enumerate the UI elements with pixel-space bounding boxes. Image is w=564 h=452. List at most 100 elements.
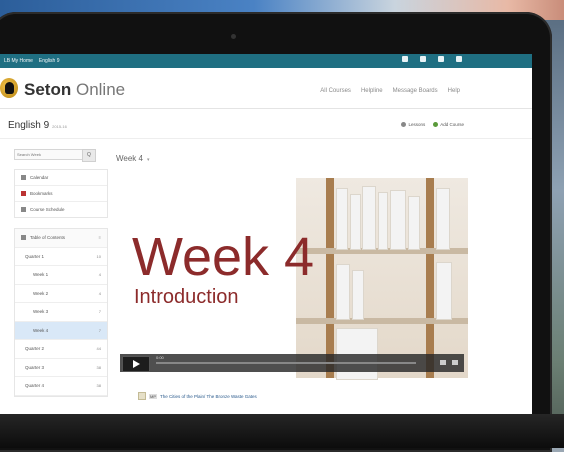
toc-item-badge: 4 [98, 272, 101, 278]
toc-item-quarter-4[interactable]: Quarter 4 38 [15, 377, 107, 396]
book [408, 196, 420, 250]
toc-item-quarter-3[interactable]: Quarter 3 38 [15, 359, 107, 377]
toc-item-week-3[interactable]: Week 3 7 [15, 303, 107, 322]
nav-message-boards[interactable]: Message Boards [393, 88, 438, 94]
user-icon[interactable] [456, 56, 462, 62]
video-title: Week 4 [132, 227, 315, 287]
site-logo-text[interactable]: Seton Online [24, 80, 125, 100]
toc-item-week-4[interactable]: Week 4 7 [15, 321, 107, 340]
video-subtitle: Introduction [134, 286, 239, 308]
lesson-title[interactable]: The Cities of the Plain/ The Bronze Wast… [160, 394, 257, 399]
toc-item-quarter-1[interactable]: Quarter 1 10 [15, 248, 107, 266]
bookshelf-image [296, 178, 468, 380]
lessons-label: Lessons [408, 122, 426, 127]
header-divider [0, 108, 532, 109]
search-button[interactable]: Q [82, 149, 96, 162]
fullscreen-icon[interactable] [452, 360, 458, 365]
site-header: Seton Online All Courses Helpline Messag… [0, 68, 532, 108]
bookmark-icon [21, 191, 26, 196]
toc-item-label: Week 2 [33, 290, 49, 296]
table-of-contents: Table of Contents ≡ Quarter 1 10 Week 1 4 W… [14, 228, 108, 397]
toc-item-label: Week 3 [33, 309, 49, 315]
pencil-icon[interactable] [438, 56, 444, 62]
sidebar-item-course-schedule[interactable]: Course Schedule [15, 202, 107, 217]
sidebar-item-label: Calendar [30, 175, 49, 180]
toc-item-badge: 38 [96, 364, 101, 370]
book [350, 194, 361, 250]
video-right-controls [440, 360, 458, 365]
toc-item-badge: 7 [98, 309, 101, 315]
toc-item-label: Quarter 2 [25, 346, 45, 352]
sidebar: Q Calendar Bookmarks Course Schedule Tab… [14, 149, 108, 426]
laptop-frame: LB My Home English 9 Seton Online All Co… [0, 12, 552, 452]
course-actions: Lessons Add Course [401, 122, 464, 128]
course-divider [0, 138, 532, 139]
lesson-item[interactable]: MP The Cities of the Plain/ The Bronze W… [138, 392, 257, 400]
shelf-upright [326, 178, 334, 378]
breadcrumb: LB My Home English 9 [4, 58, 59, 64]
chevron-down-icon: ▾ [146, 157, 150, 163]
sidebar-item-bookmarks[interactable]: Bookmarks [15, 186, 107, 202]
seton-logo-icon[interactable] [0, 78, 18, 98]
week-search: Q [14, 149, 96, 162]
calendar-icon [21, 175, 26, 180]
main-nav: All Courses Helpline Message Boards Help [320, 88, 460, 94]
book [436, 262, 452, 320]
toc-item-week-2[interactable]: Week 2 4 [15, 285, 107, 303]
sidebar-links: Calendar Bookmarks Course Schedule [14, 169, 108, 218]
toc-item-quarter-2[interactable]: Quarter 2 44 [15, 340, 107, 359]
lessons-icon [401, 122, 407, 128]
toc-item-badge: 7 [98, 327, 101, 333]
video-player[interactable]: Week 4 Introduction 0:00 [116, 178, 468, 426]
toc-item-label: Quarter 4 [25, 383, 45, 389]
crumb-course[interactable]: English 9 [39, 58, 60, 64]
topbar-icons [402, 56, 462, 62]
logo-brand: Seton [24, 80, 72, 99]
toc-header[interactable]: Table of Contents ≡ [15, 229, 107, 248]
add-course-label: Add Course [440, 122, 464, 127]
toc-item-badge: 4 [98, 290, 101, 296]
list-icon [21, 235, 26, 241]
lesson-icon [138, 392, 146, 400]
nav-help[interactable]: Help [448, 88, 460, 94]
book [390, 190, 406, 250]
toc-toggle-icon[interactable]: ≡ [99, 235, 101, 240]
laptop-bottom-bezel [0, 414, 564, 448]
toc-header-label: Table of Contents [30, 235, 66, 241]
sidebar-item-calendar[interactable]: Calendar [15, 170, 107, 186]
lesson-type-badge: MP [149, 393, 157, 399]
laptop-screen: LB My Home English 9 Seton Online All Co… [0, 54, 532, 426]
search-input[interactable] [15, 150, 81, 159]
video-time: 0:00 [156, 355, 164, 360]
week-selector[interactable]: Week 4 ▾ [116, 154, 150, 163]
volume-icon[interactable] [440, 360, 446, 365]
toc-item-badge: 44 [96, 346, 101, 352]
nav-helpline[interactable]: Helpline [361, 88, 383, 94]
book [362, 186, 376, 250]
toc-item-badge: 10 [96, 253, 101, 259]
video-controls: 0:00 [120, 354, 464, 372]
toc-item-week-1[interactable]: Week 1 4 [15, 266, 107, 285]
nav-all-courses[interactable]: All Courses [320, 88, 351, 94]
toc-item-label: Week 1 [33, 272, 49, 278]
course-header: English 9 2015-16 Lessons Add Course [0, 112, 532, 138]
mail-icon[interactable] [420, 56, 426, 62]
book [336, 264, 350, 320]
toc-item-label: Quarter 3 [25, 364, 45, 370]
week-selector-label: Week 4 [116, 154, 143, 163]
search-icon: Q [87, 152, 91, 158]
lessons-button[interactable]: Lessons [401, 122, 426, 128]
course-name: English 9 [8, 120, 50, 131]
add-course-button[interactable]: Add Course [433, 122, 464, 128]
book [352, 270, 364, 320]
sidebar-item-label: Bookmarks [30, 191, 53, 196]
video-progress-bar[interactable] [156, 362, 416, 364]
play-button[interactable] [122, 356, 150, 372]
top-bar: LB My Home English 9 [0, 54, 532, 68]
book [378, 192, 388, 250]
course-term: 2015-16 [52, 124, 67, 129]
logo-suffix: Online [75, 80, 126, 99]
gear-icon[interactable] [402, 56, 408, 62]
add-icon [433, 122, 439, 128]
crumb-home[interactable]: LB My Home [4, 58, 33, 64]
